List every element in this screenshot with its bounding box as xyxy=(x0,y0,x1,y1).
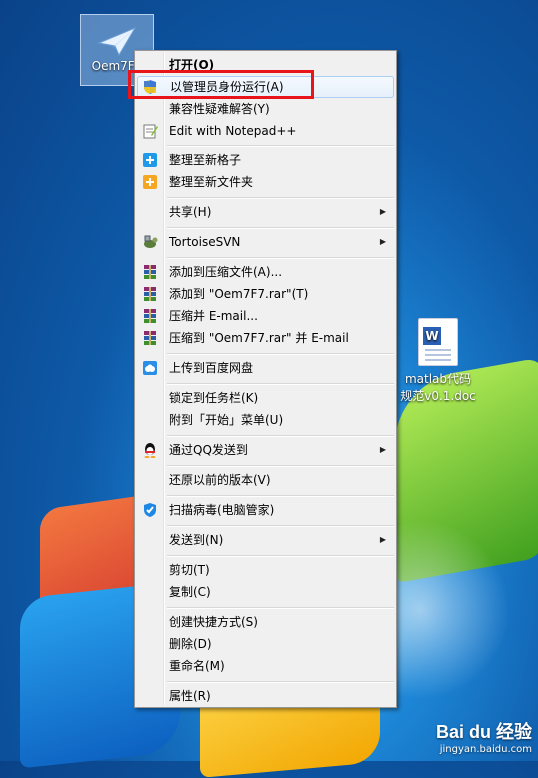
menu-item-add-to-rar[interactable]: 添加到 "Oem7F7.rar"(T) xyxy=(137,283,394,305)
menu-item-label: 添加到压缩文件(A)... xyxy=(169,265,283,279)
folder-icon xyxy=(142,174,158,190)
menu-item-label: 通过QQ发送到 xyxy=(169,443,248,457)
cloud-icon xyxy=(142,360,158,376)
menu-separator xyxy=(167,435,394,437)
menu-item-notepad[interactable]: Edit with Notepad++ xyxy=(137,120,394,142)
menu-item-share[interactable]: 共享(H) ▶ xyxy=(137,201,394,223)
desktop-icon-doc-label-1: matlab代码 xyxy=(404,372,472,386)
winrar-icon xyxy=(142,330,158,346)
menu-separator xyxy=(167,145,394,147)
menu-separator xyxy=(167,383,394,385)
menu-item-copy[interactable]: 复制(C) xyxy=(137,581,394,603)
tortoise-icon xyxy=(142,234,158,250)
desktop-icon-doc[interactable]: W matlab代码 规范v0.1.doc xyxy=(398,318,478,404)
qq-icon xyxy=(142,442,158,458)
menu-item-compress-email[interactable]: 压缩并 E-mail... xyxy=(137,305,394,327)
menu-item-virus-scan[interactable]: 扫描病毒(电脑管家) xyxy=(137,499,394,521)
notepad-icon xyxy=(142,123,158,139)
menu-item-tortoisesvn[interactable]: TortoiseSVN ▶ xyxy=(137,231,394,253)
annotation-highlight-box xyxy=(128,70,314,99)
shield-check-icon xyxy=(142,502,158,518)
menu-item-baidu-upload[interactable]: 上传到百度网盘 xyxy=(137,357,394,379)
menu-item-rename[interactable]: 重命名(M) xyxy=(137,655,394,677)
menu-item-label: 上传到百度网盘 xyxy=(169,361,254,375)
menu-item-label: 附到「开始」菜单(U) xyxy=(169,413,284,427)
paper-plane-icon xyxy=(97,25,137,57)
submenu-arrow-icon: ▶ xyxy=(379,535,386,544)
menu-separator xyxy=(167,525,394,527)
menu-item-label: 重命名(M) xyxy=(169,659,225,673)
menu-item-label: 兼容性疑难解答(Y) xyxy=(169,102,270,116)
menu-item-add-to-archive[interactable]: 添加到压缩文件(A)... xyxy=(137,261,394,283)
desktop-icon-doc-label-2: 规范v0.1.doc xyxy=(400,389,476,403)
menu-item-new-folder[interactable]: 整理至新文件夹 xyxy=(137,171,394,193)
menu-separator xyxy=(167,257,394,259)
menu-separator xyxy=(167,555,394,557)
context-menu: 打开(O) 以管理员身份运行(A) 兼容性疑难解答(Y) Edit with N… xyxy=(134,50,397,708)
menu-item-label: 发送到(N) xyxy=(169,533,224,547)
watermark-url: jingyan.baidu.com xyxy=(439,744,532,755)
menu-item-label: 压缩并 E-mail... xyxy=(169,309,258,323)
menu-item-label: 复制(C) xyxy=(169,585,211,599)
menu-item-label: 扫描病毒(电脑管家) xyxy=(169,503,275,517)
menu-item-label: 创建快捷方式(S) xyxy=(169,615,258,629)
menu-separator xyxy=(167,227,394,229)
menu-item-delete[interactable]: 删除(D) xyxy=(137,633,394,655)
submenu-arrow-icon: ▶ xyxy=(379,445,386,454)
menu-item-label: 剪切(T) xyxy=(169,563,210,577)
menu-separator xyxy=(167,353,394,355)
menu-item-label: 压缩到 "Oem7F7.rar" 并 E-mail xyxy=(169,331,349,345)
word-doc-icon: W xyxy=(418,318,458,366)
menu-separator xyxy=(167,607,394,609)
winrar-icon xyxy=(142,264,158,280)
menu-item-label: TortoiseSVN xyxy=(169,235,241,249)
menu-item-compress-rar-email[interactable]: 压缩到 "Oem7F7.rar" 并 E-mail xyxy=(137,327,394,349)
menu-item-compat-troubleshoot[interactable]: 兼容性疑难解答(Y) xyxy=(137,98,394,120)
submenu-arrow-icon: ▶ xyxy=(379,207,386,216)
menu-separator xyxy=(167,681,394,683)
menu-item-create-shortcut[interactable]: 创建快捷方式(S) xyxy=(137,611,394,633)
menu-item-send-qq[interactable]: 通过QQ发送到 ▶ xyxy=(137,439,394,461)
winrar-icon xyxy=(142,286,158,302)
menu-item-pin-start[interactable]: 附到「开始」菜单(U) xyxy=(137,409,394,431)
menu-separator xyxy=(167,197,394,199)
menu-item-label: 整理至新文件夹 xyxy=(169,175,254,189)
menu-item-new-grid[interactable]: 整理至新格子 xyxy=(137,149,394,171)
menu-item-cut[interactable]: 剪切(T) xyxy=(137,559,394,581)
menu-item-pin-taskbar[interactable]: 锁定到任务栏(K) xyxy=(137,387,394,409)
menu-separator xyxy=(167,465,394,467)
watermark-brand: Bai du 经验 xyxy=(435,722,532,742)
menu-item-label: 锁定到任务栏(K) xyxy=(169,391,259,405)
menu-separator xyxy=(167,495,394,497)
menu-item-label: 删除(D) xyxy=(169,637,212,651)
menu-item-label: 整理至新格子 xyxy=(169,153,242,167)
winrar-icon xyxy=(142,308,158,324)
grid-icon xyxy=(142,152,158,168)
menu-item-properties[interactable]: 属性(R) xyxy=(137,685,394,707)
menu-item-label: 属性(R) xyxy=(169,689,211,703)
menu-item-restore-versions[interactable]: 还原以前的版本(V) xyxy=(137,469,394,491)
menu-item-send-to[interactable]: 发送到(N) ▶ xyxy=(137,529,394,551)
menu-item-label: 还原以前的版本(V) xyxy=(169,473,271,487)
menu-item-label: Edit with Notepad++ xyxy=(169,124,297,138)
submenu-arrow-icon: ▶ xyxy=(379,237,386,246)
baidu-jingyan-watermark: Bai du 经验 jingyan.baidu.com xyxy=(436,718,532,755)
menu-item-label: 添加到 "Oem7F7.rar"(T) xyxy=(169,287,309,301)
menu-item-label: 共享(H) xyxy=(169,205,212,219)
